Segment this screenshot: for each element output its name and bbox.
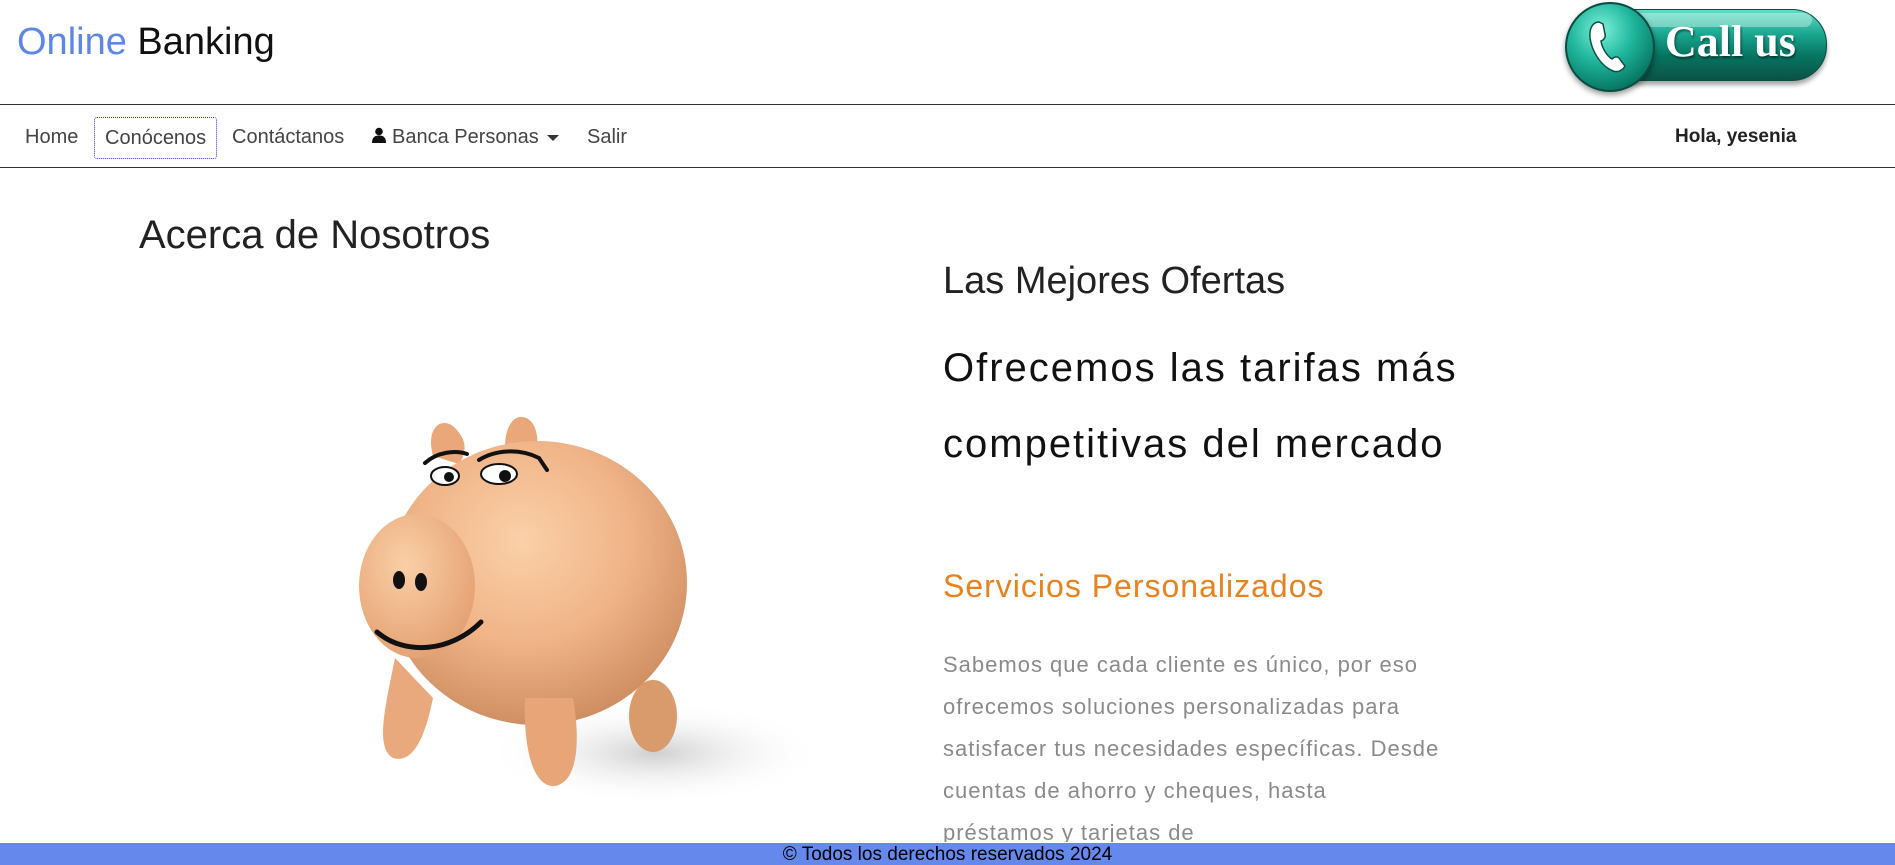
phone-icon [1565, 2, 1655, 92]
services-title: Servicios Personalizados [943, 568, 1325, 604]
user-icon [372, 117, 386, 157]
site-footer: © Todos los derechos reservados 2024 [0, 843, 1895, 865]
page-title: Acerca de Nosotros [139, 213, 491, 257]
brand-logo[interactable]: Online Banking [17, 18, 275, 66]
call-us-label: Call us [1665, 17, 1796, 66]
call-us-button[interactable]: Call us [1565, 2, 1831, 92]
main-content: Acerca de Nosotros Las Mejores Ofertas O… [0, 168, 1895, 842]
nav-conocenos[interactable]: Conócenos [94, 117, 218, 159]
main-navbar: Home Conócenos Contáctanos Banca Persona… [0, 105, 1895, 168]
caret-down-icon [546, 134, 559, 141]
brand-second-word: Banking [137, 21, 275, 63]
nav-banca-personas-label: Banca Personas [392, 126, 539, 148]
site-header: Online Banking Call us [0, 0, 1895, 105]
nav-salir[interactable]: Salir [587, 117, 627, 157]
offers-title: Las Mejores Ofertas [943, 260, 1286, 302]
services-description: Sabemos que cada cliente es único, por e… [943, 652, 1440, 842]
brand-first-word: Online [17, 21, 127, 63]
offers-subtitle: Ofrecemos las tarifas más competitivas d… [943, 346, 1458, 466]
nav-contactanos[interactable]: Contáctanos [232, 117, 344, 157]
piggy-bank-image [355, 408, 835, 828]
footer-copyright: © Todos los derechos reservados 2024 [782, 844, 1113, 865]
page: Online Banking Call us Home Conócenos Co… [0, 0, 1895, 865]
nav-home[interactable]: Home [25, 117, 78, 157]
user-greeting: Hola, yesenia [1675, 126, 1797, 147]
nav-banca-personas-dropdown[interactable]: Banca Personas [372, 117, 559, 157]
